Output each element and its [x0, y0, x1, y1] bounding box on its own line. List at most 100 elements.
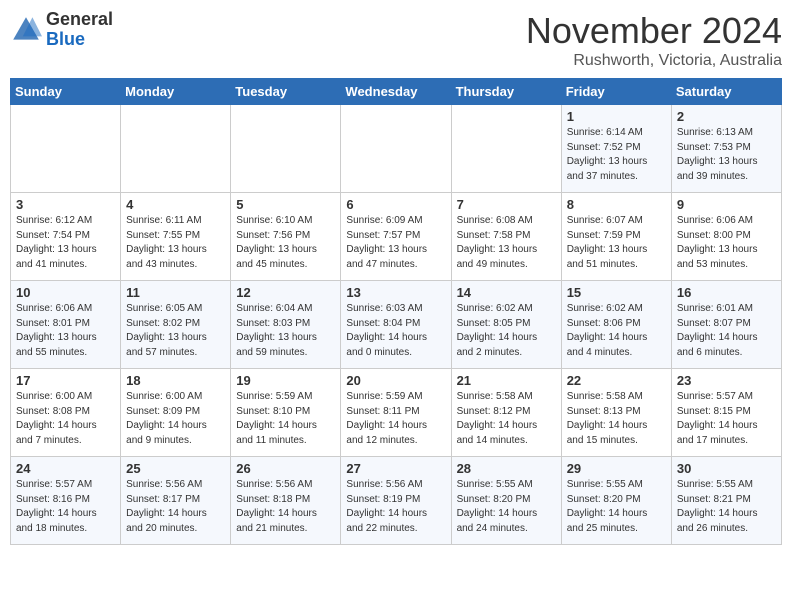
logo-general: General [46, 9, 113, 29]
day-info: Sunrise: 6:04 AMSunset: 8:03 PMDaylight:… [236, 302, 335, 360]
day-info: Sunrise: 6:12 AMSunset: 7:54 PMDaylight:… [16, 214, 115, 272]
day-info: Sunrise: 5:59 AMSunset: 8:11 PMDaylight:… [346, 390, 445, 448]
day-info: Sunrise: 5:59 AMSunset: 8:10 PMDaylight:… [236, 390, 335, 448]
day-info: Sunrise: 6:13 AMSunset: 7:53 PMDaylight:… [677, 126, 776, 184]
day-number: 23 [677, 373, 776, 388]
location-title: Rushworth, Victoria, Australia [526, 52, 782, 70]
day-info: Sunrise: 5:58 AMSunset: 8:12 PMDaylight:… [457, 390, 556, 448]
calendar-cell [11, 105, 121, 193]
calendar-cell: 21 Sunrise: 5:58 AMSunset: 8:12 PMDayligh… [451, 369, 561, 457]
calendar-cell [341, 105, 451, 193]
day-info: Sunrise: 6:00 AMSunset: 8:08 PMDaylight:… [16, 390, 115, 448]
calendar-cell: 8Sunrise: 6:07 AMSunset: 7:59 PMDaylight… [561, 193, 671, 281]
calendar-cell: 19 Sunrise: 5:59 AMSunset: 8:10 PMDayligh… [231, 369, 341, 457]
day-number: 17 [16, 373, 115, 388]
calendar-cell: 22 Sunrise: 5:58 AMSunset: 8:13 PMDayligh… [561, 369, 671, 457]
month-title: November 2024 [526, 10, 782, 52]
day-info: Sunrise: 6:11 AMSunset: 7:55 PMDaylight:… [126, 214, 225, 272]
day-number: 20 [346, 373, 445, 388]
calendar-cell: 1 Sunrise: 6:14 AMSunset: 7:52 PMDaylight… [561, 105, 671, 193]
page-header: General Blue November 2024 Rushworth, Vi… [10, 10, 782, 70]
day-info: Sunrise: 5:56 AMSunset: 8:19 PMDaylight:… [346, 478, 445, 536]
day-info: Sunrise: 5:56 AMSunset: 8:18 PMDaylight:… [236, 478, 335, 536]
weekday-header: Thursday [451, 79, 561, 105]
calendar-week-row: 24 Sunrise: 5:57 AMSunset: 8:16 PMDayligh… [11, 457, 782, 545]
day-info: Sunrise: 6:06 AMSunset: 8:01 PMDaylight:… [16, 302, 115, 360]
calendar-cell: 5 Sunrise: 6:10 AMSunset: 7:56 PMDaylight… [231, 193, 341, 281]
day-info: Sunrise: 6:10 AMSunset: 7:56 PMDaylight:… [236, 214, 335, 272]
calendar-cell: 30Sunrise: 5:55 AMSunset: 8:21 PMDayligh… [671, 457, 781, 545]
day-number: 12 [236, 285, 335, 300]
calendar-cell: 3Sunrise: 6:12 AMSunset: 7:54 PMDaylight… [11, 193, 121, 281]
day-number: 19 [236, 373, 335, 388]
weekday-header: Friday [561, 79, 671, 105]
header-row: SundayMondayTuesdayWednesdayThursdayFrid… [11, 79, 782, 105]
day-info: Sunrise: 6:02 AMSunset: 8:06 PMDaylight:… [567, 302, 666, 360]
calendar-cell: 29Sunrise: 5:55 AMSunset: 8:20 PMDayligh… [561, 457, 671, 545]
day-info: Sunrise: 6:08 AMSunset: 7:58 PMDaylight:… [457, 214, 556, 272]
day-info: Sunrise: 6:06 AMSunset: 8:00 PMDaylight:… [677, 214, 776, 272]
calendar-header: SundayMondayTuesdayWednesdayThursdayFrid… [11, 79, 782, 105]
day-number: 25 [126, 461, 225, 476]
calendar-cell [121, 105, 231, 193]
calendar-cell: 9 Sunrise: 6:06 AMSunset: 8:00 PMDaylight… [671, 193, 781, 281]
calendar-cell: 26 Sunrise: 5:56 AMSunset: 8:18 PMDayligh… [231, 457, 341, 545]
logo: General Blue [10, 10, 113, 50]
calendar-week-row: 17 Sunrise: 6:00 AMSunset: 8:08 PMDayligh… [11, 369, 782, 457]
calendar-cell: 18Sunrise: 6:00 AMSunset: 8:09 PMDayligh… [121, 369, 231, 457]
day-info: Sunrise: 5:56 AMSunset: 8:17 PMDaylight:… [126, 478, 225, 536]
weekday-header: Sunday [11, 79, 121, 105]
day-info: Sunrise: 6:05 AMSunset: 8:02 PMDaylight:… [126, 302, 225, 360]
day-info: Sunrise: 5:57 AMSunset: 8:15 PMDaylight:… [677, 390, 776, 448]
calendar-cell: 4 Sunrise: 6:11 AMSunset: 7:55 PMDaylight… [121, 193, 231, 281]
calendar-cell [231, 105, 341, 193]
calendar-cell: 27Sunrise: 5:56 AMSunset: 8:19 PMDayligh… [341, 457, 451, 545]
weekday-header: Monday [121, 79, 231, 105]
calendar-cell: 15 Sunrise: 6:02 AMSunset: 8:06 PMDayligh… [561, 281, 671, 369]
day-number: 7 [457, 197, 556, 212]
weekday-header: Saturday [671, 79, 781, 105]
title-block: November 2024 Rushworth, Victoria, Austr… [526, 10, 782, 70]
day-info: Sunrise: 6:09 AMSunset: 7:57 PMDaylight:… [346, 214, 445, 272]
day-info: Sunrise: 6:07 AMSunset: 7:59 PMDaylight:… [567, 214, 666, 272]
calendar-cell: 25 Sunrise: 5:56 AMSunset: 8:17 PMDayligh… [121, 457, 231, 545]
day-number: 28 [457, 461, 556, 476]
day-number: 2 [677, 109, 776, 124]
day-number: 26 [236, 461, 335, 476]
calendar-table: SundayMondayTuesdayWednesdayThursdayFrid… [10, 78, 782, 545]
day-number: 14 [457, 285, 556, 300]
calendar-body: 1 Sunrise: 6:14 AMSunset: 7:52 PMDaylight… [11, 105, 782, 545]
day-info: Sunrise: 5:58 AMSunset: 8:13 PMDaylight:… [567, 390, 666, 448]
calendar-cell: 2 Sunrise: 6:13 AMSunset: 7:53 PMDaylight… [671, 105, 781, 193]
day-info: Sunrise: 6:14 AMSunset: 7:52 PMDaylight:… [567, 126, 666, 184]
day-number: 1 [567, 109, 666, 124]
day-info: Sunrise: 6:02 AMSunset: 8:05 PMDaylight:… [457, 302, 556, 360]
day-number: 18 [126, 373, 225, 388]
day-number: 6 [346, 197, 445, 212]
day-number: 15 [567, 285, 666, 300]
calendar-cell: 11Sunrise: 6:05 AMSunset: 8:02 PMDayligh… [121, 281, 231, 369]
logo-text: General Blue [46, 10, 113, 50]
day-number: 5 [236, 197, 335, 212]
logo-blue: Blue [46, 29, 85, 49]
calendar-cell: 24 Sunrise: 5:57 AMSunset: 8:16 PMDayligh… [11, 457, 121, 545]
day-number: 21 [457, 373, 556, 388]
day-number: 24 [16, 461, 115, 476]
day-number: 4 [126, 197, 225, 212]
day-info: Sunrise: 6:03 AMSunset: 8:04 PMDaylight:… [346, 302, 445, 360]
calendar-week-row: 10Sunrise: 6:06 AMSunset: 8:01 PMDayligh… [11, 281, 782, 369]
day-number: 9 [677, 197, 776, 212]
day-info: Sunrise: 5:55 AMSunset: 8:20 PMDaylight:… [567, 478, 666, 536]
day-info: Sunrise: 5:57 AMSunset: 8:16 PMDaylight:… [16, 478, 115, 536]
weekday-header: Wednesday [341, 79, 451, 105]
logo-icon [10, 14, 42, 46]
day-info: Sunrise: 5:55 AMSunset: 8:20 PMDaylight:… [457, 478, 556, 536]
calendar-cell: 13Sunrise: 6:03 AMSunset: 8:04 PMDayligh… [341, 281, 451, 369]
calendar-cell [451, 105, 561, 193]
day-number: 22 [567, 373, 666, 388]
calendar-week-row: 3Sunrise: 6:12 AMSunset: 7:54 PMDaylight… [11, 193, 782, 281]
day-info: Sunrise: 6:01 AMSunset: 8:07 PMDaylight:… [677, 302, 776, 360]
day-number: 16 [677, 285, 776, 300]
calendar-cell: 10Sunrise: 6:06 AMSunset: 8:01 PMDayligh… [11, 281, 121, 369]
calendar-cell: 14 Sunrise: 6:02 AMSunset: 8:05 PMDayligh… [451, 281, 561, 369]
